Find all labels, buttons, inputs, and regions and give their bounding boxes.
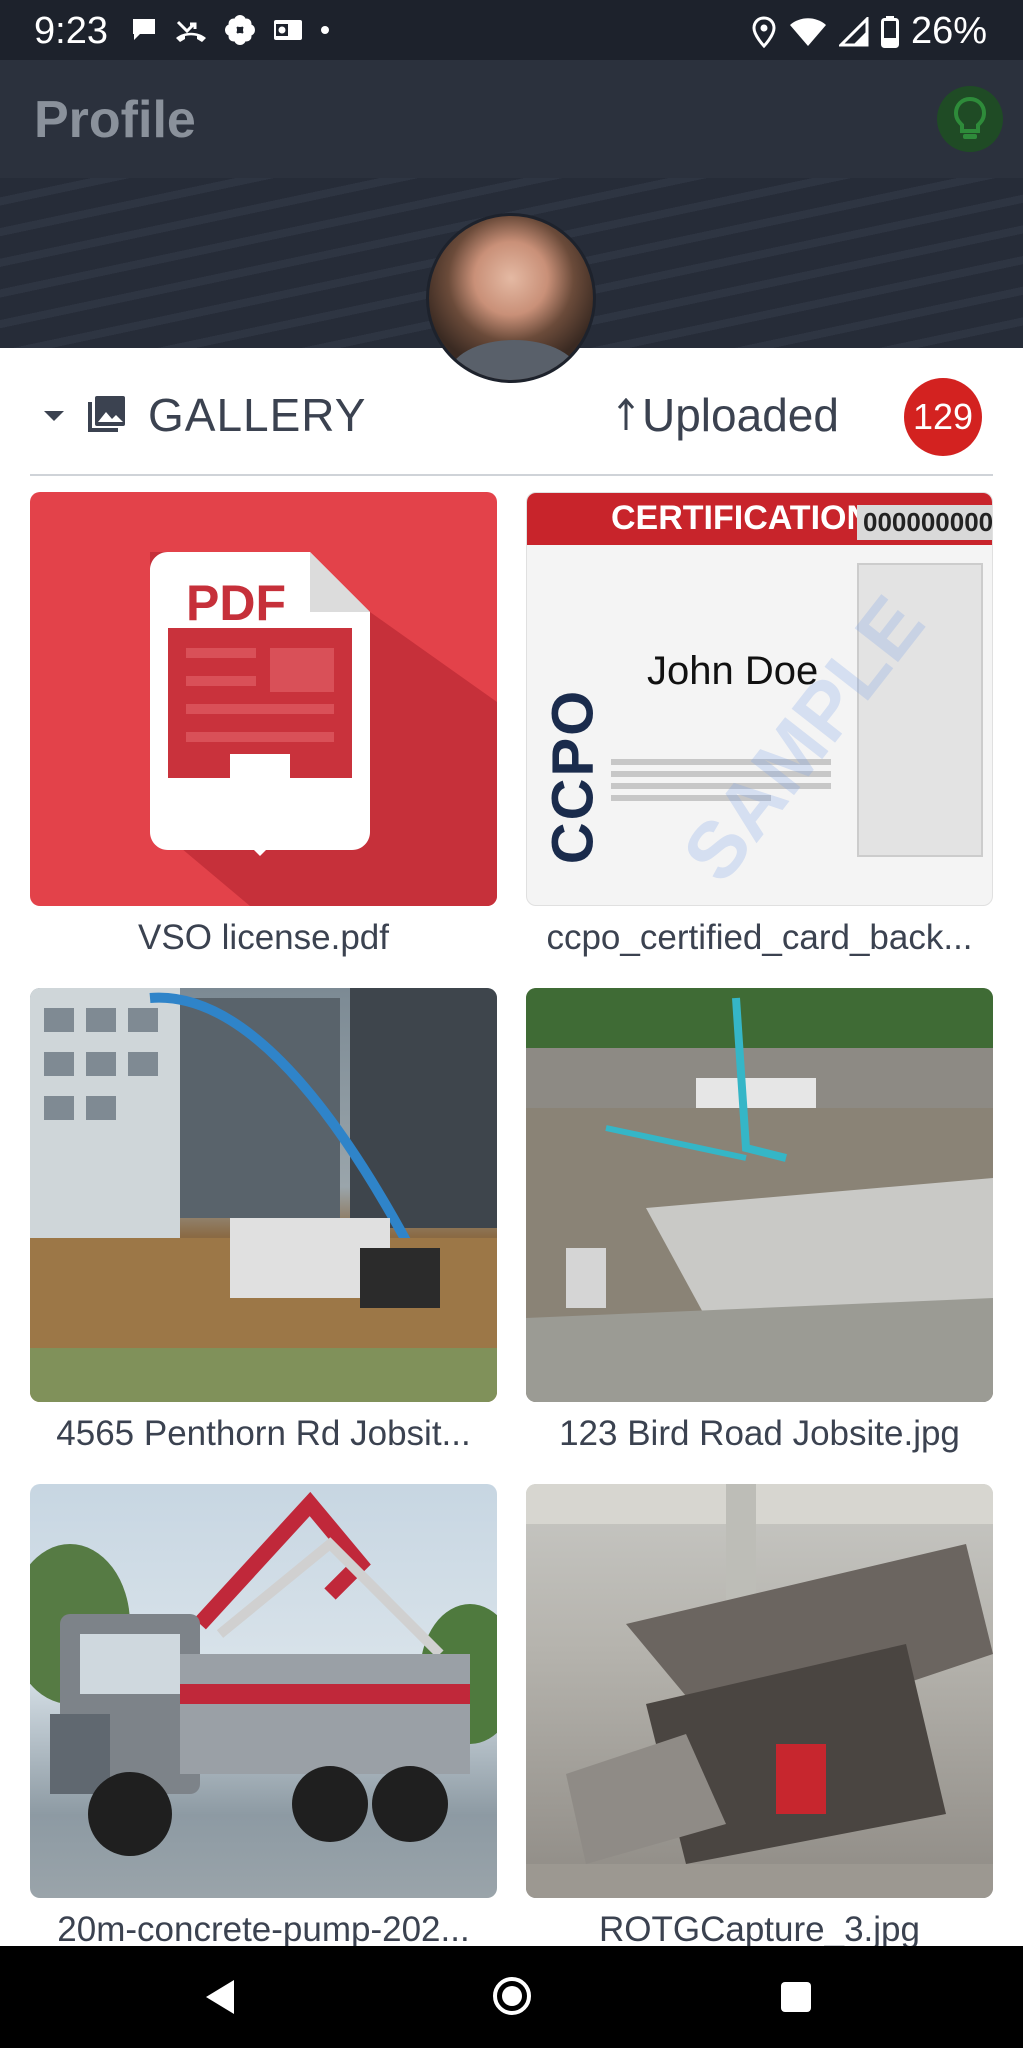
- home-icon[interactable]: [493, 1977, 531, 2015]
- battery-icon: [880, 15, 899, 48]
- gallery-item[interactable]: CERTIFICATION 000000000 John Doe CCPO SA…: [526, 492, 993, 968]
- pdf-file-icon: [150, 552, 497, 906]
- system-nav-bar: [0, 1946, 1023, 2048]
- thumbnail-photo[interactable]: [30, 988, 497, 1402]
- tips-button[interactable]: [937, 86, 1003, 152]
- gallery-item[interactable]: 4565 Penthorn Rd Jobsit...: [30, 988, 497, 1464]
- gallery-item-caption: 4565 Penthorn Rd Jobsit...: [56, 1414, 471, 1453]
- location-icon: [752, 15, 776, 48]
- thumbnail-photo[interactable]: [30, 1484, 497, 1898]
- avatar[interactable]: [426, 213, 596, 383]
- back-icon[interactable]: [206, 1980, 234, 2014]
- gallery-count-badge: 129: [904, 378, 982, 456]
- divider: [30, 474, 993, 476]
- wifi-icon: [789, 17, 826, 46]
- status-time: 9:23: [34, 10, 108, 52]
- thumbnail-photo[interactable]: [526, 1484, 993, 1898]
- gallery-item-caption: 123 Bird Road Jobsite.jpg: [559, 1414, 960, 1453]
- status-bar: 9:23 26%: [0, 0, 1023, 60]
- arrow-up-icon: [617, 398, 635, 430]
- construction-scene-image: [30, 988, 497, 1402]
- gallery-item[interactable]: PDF VSO license.pdf: [30, 492, 497, 968]
- page-title: Profile: [34, 91, 196, 149]
- system-status: 26%: [751, 10, 987, 53]
- gallery-item-caption: ROTGCapture_3.jpg: [599, 1910, 920, 1946]
- gallery-item[interactable]: 20m-concrete-pump-202...: [30, 1484, 497, 1946]
- battery-percent: 26%: [910, 10, 987, 52]
- missed-call-icon: [176, 20, 206, 42]
- pdf-label: PDF: [186, 575, 286, 631]
- pinwheel-icon: [225, 15, 255, 45]
- gallery-sheet: GALLERY Uploaded 129 PDF VSO license.pdf…: [0, 348, 1023, 1946]
- gallery-item-caption: 20m-concrete-pump-202...: [57, 1910, 470, 1946]
- image-icon: [88, 396, 125, 432]
- thumbnail-certificate[interactable]: CERTIFICATION 000000000 John Doe CCPO SA…: [526, 492, 993, 906]
- aerial-jobsite-image: [526, 988, 993, 1402]
- gallery-title: GALLERY: [148, 389, 367, 441]
- caret-down-icon[interactable]: [44, 411, 64, 421]
- card-number: 000000000: [857, 505, 992, 540]
- sort-toggle[interactable]: Uploaded: [616, 388, 839, 442]
- recents-icon[interactable]: [781, 1982, 811, 2012]
- outlook-mail-icon: [274, 20, 302, 40]
- damaged-equipment-image: [526, 1484, 993, 1898]
- lightbulb-icon: [953, 96, 987, 139]
- sort-label: Uploaded: [642, 389, 839, 441]
- signal-icon: [838, 16, 869, 46]
- thumbnail-photo[interactable]: [526, 988, 993, 1402]
- gallery-item-caption: ccpo_certified_card_back...: [546, 918, 973, 957]
- gallery-item-caption: VSO license.pdf: [138, 918, 389, 957]
- gallery-item[interactable]: ROTGCapture_3.jpg: [526, 1484, 993, 1946]
- pump-truck-image: [30, 1491, 497, 1856]
- gallery-item[interactable]: 123 Bird Road Jobsite.jpg: [526, 988, 993, 1464]
- thumbnail-pdf[interactable]: PDF: [30, 492, 497, 906]
- notification-icons: [130, 12, 330, 48]
- card-header-text: CERTIFICATION: [611, 499, 872, 537]
- card-logo: CCPO: [540, 688, 606, 865]
- app-bar: Profile: [0, 60, 1023, 178]
- avatar-shirt: [449, 340, 579, 380]
- dot-icon: [321, 26, 329, 34]
- chat-bubble-icon: [133, 19, 155, 40]
